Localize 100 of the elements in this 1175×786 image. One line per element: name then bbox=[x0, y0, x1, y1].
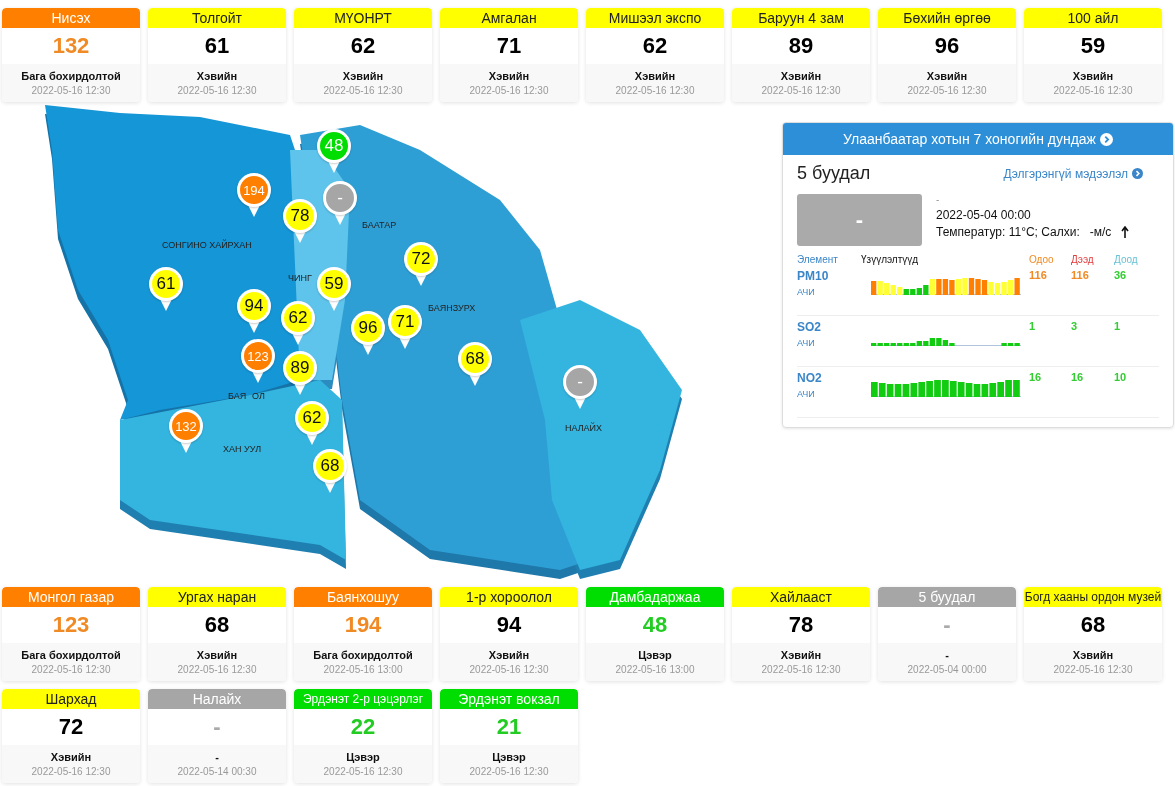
aqi-value: 62 bbox=[641, 32, 669, 60]
station-name: Баянхошуу bbox=[294, 587, 432, 607]
station-name: Баруун 4 зам bbox=[732, 8, 870, 28]
station-name: Нисэх bbox=[2, 8, 140, 28]
timestamp: 2022-05-16 12:30 bbox=[31, 766, 111, 777]
station-name: Налайх bbox=[148, 689, 286, 709]
timestamp: 2022-05-14 00:30 bbox=[177, 766, 257, 777]
reading-value: 1 bbox=[1029, 320, 1037, 332]
column-header: Доод bbox=[1114, 254, 1139, 265]
aqi-value: 78 bbox=[787, 611, 815, 639]
status-text: Хэвийн bbox=[780, 649, 822, 661]
timestamp: 2022-05-16 12:30 bbox=[1053, 85, 1133, 96]
timestamp: 2022-05-16 12:30 bbox=[31, 664, 111, 675]
status-text: Хэвийн bbox=[488, 649, 530, 661]
aqi-value: 132 bbox=[51, 32, 91, 60]
timestamp: 2022-05-16 12:30 bbox=[761, 85, 841, 96]
timestamp: 2022-05-04 00:00 bbox=[907, 664, 987, 675]
district-label: ОЛ bbox=[252, 391, 265, 401]
district-label: БАЯНЗУРХ bbox=[428, 303, 476, 313]
timestamp: 2022-05-16 12:30 bbox=[323, 766, 403, 777]
reading-value: 10 bbox=[1114, 371, 1128, 383]
status-text: Бага бохирдолтой bbox=[21, 649, 121, 661]
reading-value: 36 bbox=[1114, 269, 1128, 281]
unit-label: АЧИ bbox=[797, 287, 816, 297]
timestamp: 2022-05-04 00:00 bbox=[936, 208, 1032, 222]
status-text: Хэвийн bbox=[1072, 70, 1114, 82]
column-header: Одоо bbox=[1029, 254, 1055, 265]
status-text: - bbox=[215, 751, 219, 763]
station-name: Бөхийн өргөө bbox=[878, 8, 1016, 28]
reading-value: 3 bbox=[1071, 320, 1079, 332]
station-name: Амгалан bbox=[440, 8, 578, 28]
aqi-value: 96 bbox=[933, 32, 961, 60]
station-name: Эрдэнэт вокзал bbox=[440, 689, 578, 709]
aqi-value: 89 bbox=[787, 32, 815, 60]
aqi-value: 62 bbox=[349, 32, 377, 60]
unit-label: АЧИ bbox=[797, 389, 816, 399]
timestamp: 2022-05-16 12:30 bbox=[761, 664, 841, 675]
station-name: Эрдэнэт 2-р цэцэрлэг bbox=[294, 689, 432, 709]
aqi-value: 94 bbox=[495, 611, 523, 639]
station-name: Толгойт bbox=[148, 8, 286, 28]
weather-text: Температур: 11°C; Салхи: -м/с bbox=[936, 225, 1112, 239]
aqi-value: 123 bbox=[51, 611, 91, 639]
district-label: НАЛАЙХ bbox=[565, 423, 603, 433]
aqi-value: 68 bbox=[1079, 611, 1107, 639]
status-text: - bbox=[945, 649, 949, 661]
district-label: БАЯ bbox=[228, 391, 247, 401]
status-text: Бага бохирдолтой bbox=[21, 70, 121, 82]
column-header: Элемент bbox=[797, 254, 839, 265]
aqi-value: - bbox=[942, 611, 952, 639]
district-label: ЧИНГ bbox=[288, 273, 312, 283]
aqi-value: 194 bbox=[343, 611, 383, 639]
timestamp: 2022-05-16 13:00 bbox=[615, 664, 695, 675]
reading-value: 116 bbox=[1071, 269, 1090, 281]
station-title: 5 буудал bbox=[797, 163, 871, 184]
status-text: Хэвийн bbox=[780, 70, 822, 82]
aqi-value: 71 bbox=[495, 32, 523, 60]
reading-value: 1 bbox=[1114, 320, 1122, 332]
district-label: БААТАР bbox=[362, 220, 397, 230]
aqi-value: 59 bbox=[1079, 32, 1107, 60]
status-text: - bbox=[936, 194, 941, 205]
status-text: Хэвийн bbox=[488, 70, 530, 82]
reading-value: 116 bbox=[1029, 269, 1048, 281]
wind-arrow-icon bbox=[1121, 226, 1130, 238]
column-header: Үзүүлэлтүүд bbox=[861, 254, 920, 265]
station-name: 1-р хороолол bbox=[440, 587, 578, 607]
status-text: Хэвийн bbox=[196, 649, 238, 661]
aqi-value: 22 bbox=[349, 713, 377, 741]
element-name: NO2 bbox=[797, 371, 823, 385]
aqi-value: - bbox=[212, 713, 222, 741]
timestamp: 2022-05-16 12:30 bbox=[323, 85, 403, 96]
timestamp: 2022-05-16 12:30 bbox=[31, 85, 111, 96]
station-name: Хайлааст bbox=[732, 587, 870, 607]
aqi-value: 72 bbox=[57, 713, 85, 741]
station-name: Мишээл экспо bbox=[586, 8, 724, 28]
timestamp: 2022-05-16 12:30 bbox=[177, 85, 257, 96]
element-name: PM10 bbox=[797, 269, 830, 283]
aqi-value: 68 bbox=[203, 611, 231, 639]
status-text: Хэвийн bbox=[1072, 649, 1114, 661]
reading-value: 16 bbox=[1071, 371, 1085, 383]
timestamp: 2022-05-16 12:30 bbox=[469, 664, 549, 675]
timestamp: 2022-05-16 12:30 bbox=[615, 85, 695, 96]
station-name: Дамбадаржаа bbox=[586, 587, 724, 607]
status-text: Хэвийн bbox=[342, 70, 384, 82]
timestamp: 2022-05-16 12:30 bbox=[177, 664, 257, 675]
status-text: Цэвэр bbox=[346, 751, 380, 763]
timestamp: 2022-05-16 12:30 bbox=[469, 766, 549, 777]
chevron-circle-icon bbox=[1099, 132, 1113, 146]
status-text: Хэвийн bbox=[634, 70, 676, 82]
station-name: Монгол газар bbox=[2, 587, 140, 607]
timestamp: 2022-05-16 12:30 bbox=[1053, 664, 1133, 675]
station-name: Ургах наран bbox=[148, 587, 286, 607]
status-text: Хэвийн bbox=[196, 70, 238, 82]
aqi-value: 48 bbox=[641, 611, 669, 639]
reading-value: 16 bbox=[1029, 371, 1043, 383]
station-name: Богд хааны ордон музей bbox=[1024, 587, 1162, 607]
status-text: Хэвийн bbox=[50, 751, 92, 763]
status-text: Хэвийн bbox=[926, 70, 968, 82]
details-link[interactable]: Дэлгэрэнгүй мэдээлэл bbox=[1003, 166, 1143, 181]
panel-title: Улаанбаатар хотын 7 хоногийн дундаж bbox=[843, 131, 1096, 147]
aqi-box: - bbox=[797, 194, 922, 246]
